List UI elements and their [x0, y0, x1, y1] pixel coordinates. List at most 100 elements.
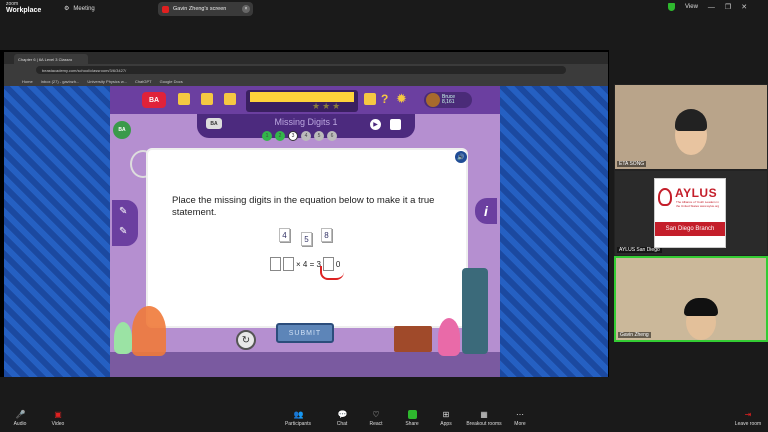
view-controls: View — ❐ ✕: [668, 3, 747, 11]
recording-icon: [162, 5, 169, 13]
progress-dot[interactable]: 3: [288, 131, 298, 141]
tools-panel: ✎ ✎: [112, 200, 138, 246]
lesson-title: Missing Digits 1: [274, 117, 338, 127]
video-button[interactable]: ▣ Video: [38, 410, 78, 427]
bookmark-item[interactable]: ChatGPT: [135, 79, 152, 84]
aylus-site: www.aylus.org: [699, 204, 720, 208]
screen-share-pill[interactable]: Gavin Zheng's screen ×: [158, 2, 253, 16]
flask-icon: [114, 322, 132, 354]
progress-dot[interactable]: 4: [301, 131, 311, 141]
chat-icon: 💬: [337, 410, 348, 419]
digit-tile[interactable]: 4: [279, 228, 290, 242]
progress-dot[interactable]: 1: [262, 131, 272, 141]
settings-icon[interactable]: ✹: [396, 91, 407, 107]
pattern-left: [4, 86, 110, 377]
toolbar-label: Share: [405, 421, 419, 427]
reset-icon[interactable]: ↻: [236, 330, 256, 350]
address-bar[interactable]: beastacademy.com/school/classroom/3/6/34…: [36, 66, 566, 74]
progress-dot[interactable]: 2: [275, 131, 285, 141]
aylus-branch: San Diego Branch: [655, 222, 725, 236]
digit-tile[interactable]: 5: [301, 232, 312, 246]
apps-button[interactable]: ⊞ Apps: [426, 410, 466, 427]
side-logo: BA: [113, 121, 131, 139]
title-logo: BA: [206, 118, 222, 129]
apps-icon: ⊞: [442, 410, 450, 419]
more-button[interactable]: ⋯ More: [500, 410, 540, 427]
bookmark-item[interactable]: University Physics w...: [87, 79, 127, 84]
eraser-icon[interactable]: ✎: [119, 226, 127, 237]
equation-middle: × 4 = 3: [296, 259, 321, 269]
digit-slot[interactable]: [283, 257, 294, 271]
badge-icon[interactable]: [364, 93, 376, 105]
bookmarks-bar: Home Inbox (27) - gavinzh... University …: [4, 76, 608, 86]
flask-icon: [132, 306, 166, 356]
browser-tab[interactable]: Chapter 6 | 6A Level 3 Classro: [14, 54, 88, 64]
aylus-title: AYLUS: [675, 186, 718, 200]
people-icon: 👥: [293, 410, 304, 419]
browser-tab-strip: [4, 52, 608, 64]
test-tube-rack-icon: [394, 326, 432, 352]
meeting-label: Meeting: [73, 5, 95, 12]
submit-button[interactable]: SUBMIT: [276, 323, 334, 343]
participant-hair: [675, 109, 707, 131]
digit-tile[interactable]: 8: [321, 228, 332, 242]
zoom-top-bar: [0, 0, 768, 18]
participants-button[interactable]: 👥 Participants: [278, 410, 318, 427]
aylus-tagline: The Alliance of Youth Leaders in the Uni…: [676, 200, 720, 208]
camera-off-icon: ▣: [54, 410, 62, 419]
play-icon[interactable]: ▶: [370, 119, 381, 130]
gear-icon: ⚙: [64, 6, 70, 12]
mic-muted-icon: 🎤: [15, 410, 26, 419]
maximize-icon[interactable]: ❐: [725, 3, 731, 11]
participant-hair: [684, 298, 718, 316]
breakout-rooms-button[interactable]: ▦ Breakout rooms: [464, 410, 504, 427]
pencil-icon[interactable]: ✎: [119, 206, 127, 217]
pattern-right: [500, 86, 608, 377]
toolbar-label: Participants: [284, 421, 312, 427]
react-button[interactable]: ♡ React: [356, 410, 396, 427]
stars-rating: ★★★: [312, 101, 343, 111]
bookmark-item[interactable]: Home: [22, 79, 33, 84]
video-icon[interactable]: [224, 93, 236, 105]
microscope-icon: [462, 268, 488, 354]
player-score: 8,161: [442, 99, 455, 105]
meeting-info[interactable]: ⚙ Meeting: [64, 5, 95, 13]
leave-button[interactable]: ⇥ Leave room: [728, 410, 768, 427]
share-icon: [407, 410, 417, 419]
video-tile-active[interactable]: Gavin Zheng: [614, 256, 768, 342]
close-window-icon[interactable]: ✕: [741, 3, 747, 11]
grid-icon: ▦: [480, 410, 488, 419]
zoom-brand-bottom: Workplace: [6, 7, 42, 14]
book-icon[interactable]: [201, 93, 213, 105]
participant-name: Gavin Zheng: [618, 332, 651, 338]
digit-slot[interactable]: [270, 257, 281, 271]
close-icon[interactable]: ×: [242, 5, 250, 13]
problem-progress: 1 2 3 4 5 6: [262, 131, 337, 141]
speaker-icon[interactable]: 🔊: [455, 151, 467, 163]
audio-button[interactable]: 🎤 Audio: [0, 410, 40, 427]
toolbar-label: Breakout rooms: [466, 421, 502, 427]
info-button[interactable]: i: [475, 198, 497, 224]
video-tile[interactable]: ETA SONG: [614, 84, 768, 170]
bookmark-item[interactable]: Google Docs: [160, 79, 183, 84]
view-button[interactable]: View: [685, 4, 698, 10]
annotation-mark: [320, 266, 344, 280]
toolbar-label: Leave room: [734, 421, 762, 427]
toolbar-label: Audio: [13, 421, 27, 427]
home-icon[interactable]: [178, 93, 190, 105]
toolbar-label: Apps: [440, 421, 452, 427]
notes-icon[interactable]: [390, 119, 401, 130]
zoom-brand: zoom Workplace: [6, 2, 41, 15]
toolbar-label: React: [369, 421, 383, 427]
progress-dot[interactable]: 5: [314, 131, 324, 141]
heart-icon: ♡: [372, 410, 380, 419]
minimize-icon[interactable]: —: [708, 4, 715, 11]
participant-name: ETA SONG: [617, 161, 647, 167]
help-icon[interactable]: ?: [381, 92, 388, 106]
toolbar-label: Video: [51, 421, 65, 427]
share-label: Gavin Zheng's screen: [173, 6, 227, 12]
progress-dot[interactable]: 6: [327, 131, 337, 141]
beast-academy-logo[interactable]: BA: [142, 92, 166, 108]
bookmark-item[interactable]: Inbox (27) - gavinzh...: [41, 79, 80, 84]
question-text: Place the missing digits in the equation…: [172, 195, 435, 218]
